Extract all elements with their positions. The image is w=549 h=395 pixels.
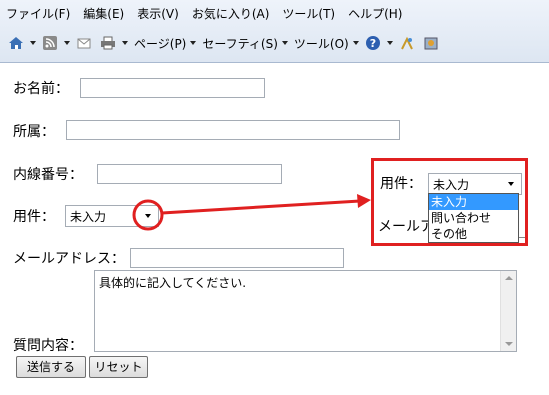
callout-email-label: メールア	[378, 219, 434, 235]
annotation-arrow-head	[357, 194, 371, 208]
callout-select-value: 未入力	[433, 177, 470, 192]
highlight-circle	[132, 199, 164, 231]
callout-subject-select[interactable]: 未入力	[428, 173, 522, 195]
chevron-down-icon[interactable]	[508, 182, 514, 186]
subject-dropdown-list[interactable]: 未入力 問い合わせ その他	[428, 193, 519, 243]
dropdown-option-inquiry[interactable]: 問い合わせ	[429, 210, 518, 226]
dropdown-option-other[interactable]: その他	[429, 226, 518, 242]
dropdown-option-unentered[interactable]: 未入力	[429, 194, 518, 210]
annotation-arrow-line	[161, 199, 361, 215]
callout-subject-label: 用件：	[380, 176, 422, 192]
